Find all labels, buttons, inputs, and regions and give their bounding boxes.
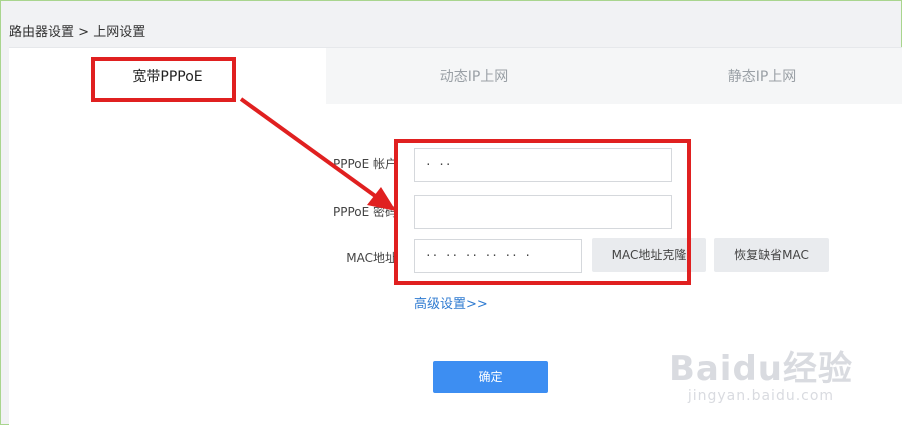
watermark-url: jingyan.baidu.com	[687, 388, 835, 404]
watermark-logo: Baidu经验	[668, 349, 853, 389]
router-settings-window: 路由器设置 > 上网设置 宽带PPPoE 动态IP上网 静态IP上网 PPPoE…	[0, 0, 902, 425]
baidu-watermark: Baidu经验 jingyan.baidu.com	[669, 341, 853, 404]
arrow-head	[367, 187, 396, 211]
arrow-shaft	[239, 97, 380, 200]
